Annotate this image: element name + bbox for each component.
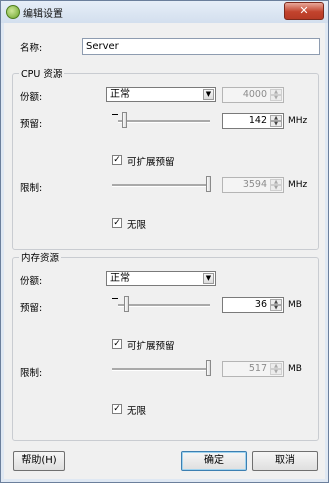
minus-icon — [112, 114, 118, 115]
check-icon: ✓ — [113, 218, 121, 228]
name-input[interactable]: Server — [82, 38, 320, 55]
spin-down-icon[interactable]: ▼ — [270, 305, 282, 311]
slider-thumb — [206, 176, 211, 192]
cpu-reservation-unit: MHz — [288, 116, 308, 126]
cpu-limit-unit: MHz — [288, 180, 308, 190]
memory-limit-value: 517 — [248, 363, 267, 374]
memory-reservation-label: 预留: — [20, 303, 43, 314]
close-icon: ✕ — [299, 4, 309, 17]
chevron-down-icon: ▼ — [203, 89, 214, 100]
cpu-reservation-spinbox[interactable]: 142 ▲ ▼ — [222, 113, 284, 129]
cpu-shares-spinbox: 4000 ▲ ▼ — [222, 87, 284, 103]
memory-shares-select[interactable]: 正常 ▼ — [106, 271, 216, 286]
cpu-limit-label: 限制: — [20, 183, 43, 194]
memory-shares-label: 份额: — [20, 276, 43, 287]
dialog-body: 名称: Server CPU 资源 份额: 正常 ▼ 4000 ▲ ▼ 预留: … — [4, 23, 325, 479]
cpu-limit-value: 3594 — [242, 179, 267, 190]
spin-down-icon: ▼ — [270, 95, 282, 101]
slider-thumb — [206, 360, 211, 376]
memory-reservation-value: 36 — [254, 299, 267, 310]
cpu-limit-spinbox: 3594 ▲ ▼ — [222, 177, 284, 193]
cpu-limit-slider — [112, 176, 211, 194]
minus-icon — [112, 298, 118, 299]
memory-reservation-unit: MB — [288, 300, 302, 310]
cpu-expandable-checkbox[interactable]: ✓ — [112, 155, 122, 165]
name-label: 名称: — [20, 43, 43, 54]
title-bar: 编辑设置 ✕ — [1, 1, 328, 23]
spin-down-icon: ▼ — [270, 185, 282, 191]
memory-unlimited-label: 无限 — [127, 406, 147, 417]
cpu-reservation-value: 142 — [248, 115, 267, 126]
ok-button[interactable]: 确定 — [181, 451, 247, 471]
cpu-shares-label: 份额: — [20, 92, 43, 103]
memory-limit-slider — [112, 360, 211, 378]
memory-expandable-checkbox[interactable]: ✓ — [112, 339, 122, 349]
memory-shares-value: 正常 — [110, 273, 130, 284]
slider-thumb[interactable] — [122, 112, 127, 128]
close-button[interactable]: ✕ — [284, 2, 324, 20]
memory-expandable-label: 可扩展预留 — [127, 341, 175, 352]
check-icon: ✓ — [113, 404, 121, 414]
cpu-unlimited-label: 无限 — [127, 220, 147, 231]
slider-thumb[interactable] — [124, 296, 129, 312]
chevron-down-icon: ▼ — [203, 273, 214, 284]
cpu-reservation-slider[interactable] — [112, 112, 210, 130]
memory-limit-spinbox: 517 ▲ ▼ — [222, 361, 284, 377]
app-icon — [6, 5, 20, 19]
cpu-shares-value: 正常 — [110, 89, 130, 100]
check-icon: ✓ — [113, 339, 121, 349]
window-title: 编辑设置 — [23, 9, 63, 20]
name-value: Server — [86, 41, 119, 52]
memory-limit-label: 限制: — [20, 368, 43, 379]
cpu-shares-number: 4000 — [242, 89, 267, 100]
memory-reservation-spinbox[interactable]: 36 ▲ ▼ — [222, 297, 284, 313]
memory-limit-unit: MB — [288, 364, 302, 374]
edit-settings-dialog: 编辑设置 ✕ 名称: Server CPU 资源 份额: 正常 ▼ 4000 ▲… — [0, 0, 329, 483]
memory-unlimited-checkbox[interactable]: ✓ — [112, 404, 122, 414]
cancel-button[interactable]: 取消 — [252, 451, 318, 471]
cpu-reservation-label: 预留: — [20, 119, 43, 130]
help-button[interactable]: 帮助(H) — [13, 451, 65, 471]
memory-group-title: 内存资源 — [19, 250, 62, 264]
cpu-expandable-label: 可扩展预留 — [127, 157, 175, 168]
memory-reservation-slider[interactable] — [112, 296, 210, 314]
cpu-group-title: CPU 资源 — [19, 66, 65, 80]
cpu-shares-select[interactable]: 正常 ▼ — [106, 87, 216, 102]
spin-down-icon: ▼ — [270, 369, 282, 375]
cpu-unlimited-checkbox[interactable]: ✓ — [112, 218, 122, 228]
spin-down-icon[interactable]: ▼ — [270, 121, 282, 127]
check-icon: ✓ — [113, 155, 121, 165]
